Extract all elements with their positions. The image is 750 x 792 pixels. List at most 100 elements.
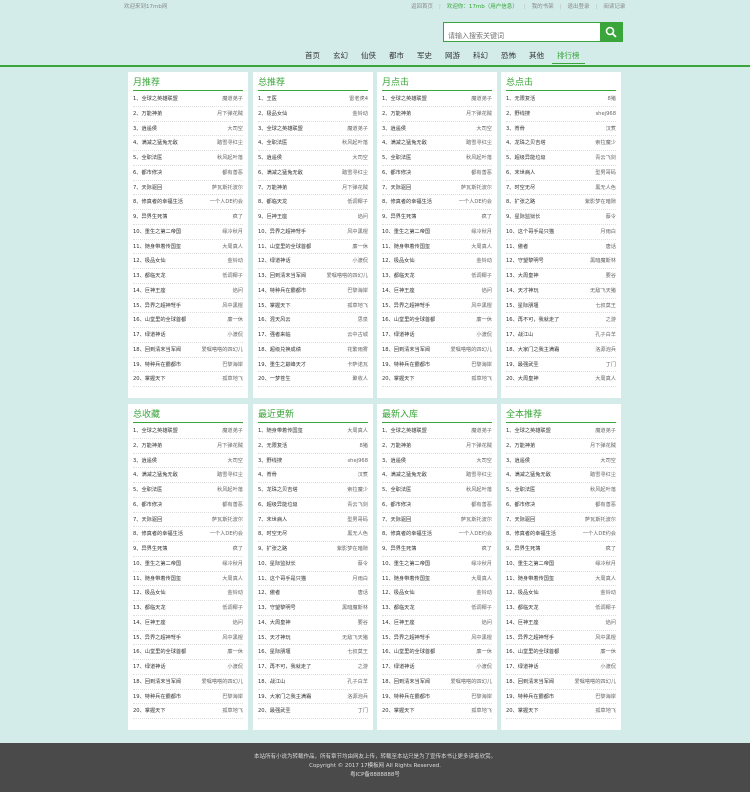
book-title-link[interactable]: 12、极品女仙 [506, 586, 539, 600]
nav-item[interactable]: 科幻 [468, 48, 493, 63]
book-title-link[interactable]: 3、逍遥侯 [506, 454, 530, 468]
book-title-link[interactable]: 20、掌握天下 [506, 704, 539, 718]
book-title-link[interactable]: 14、巨神王座 [133, 616, 166, 630]
book-title-link[interactable]: 15、天才神玩 [258, 631, 291, 645]
book-title-link[interactable]: 6、都市修决 [133, 166, 162, 180]
book-title-link[interactable]: 14、大周皇神 [258, 616, 291, 630]
book-title-link[interactable]: 20、掌握天下 [382, 704, 415, 718]
book-title-link[interactable]: 13、都临天龙 [382, 269, 415, 283]
logout-link[interactable]: 退出登录 [564, 4, 592, 10]
book-title-link[interactable]: 10、重生之第二帝国 [382, 557, 430, 571]
book-title-link[interactable]: 14、天才神玩 [506, 284, 539, 298]
book-title-link[interactable]: 4、满减之猛兔无敌 [382, 468, 427, 482]
book-title-link[interactable]: 9、星际监狱长 [506, 210, 540, 224]
book-title-link[interactable]: 3、脊骨 [506, 122, 525, 136]
book-title-link[interactable]: 6、超级异能垃圾 [258, 498, 298, 512]
book-title-link[interactable]: 17、绿道神话 [133, 328, 166, 342]
book-title-link[interactable]: 10、异界之超神弩手 [258, 225, 306, 239]
book-title-link[interactable]: 3、全球之英雄联盟 [258, 122, 303, 136]
book-title-link[interactable]: 3、逍遥侯 [133, 454, 157, 468]
book-title-link[interactable]: 5、全职法医 [382, 483, 411, 497]
nav-item[interactable]: 排行榜 [552, 48, 585, 64]
book-title-link[interactable]: 7、时空无尽 [506, 181, 535, 195]
book-title-link[interactable]: 6、都市修决 [382, 166, 411, 180]
book-title-link[interactable]: 15、掌握天下 [258, 299, 291, 313]
book-title-link[interactable]: 10、重生之第二帝国 [133, 225, 181, 239]
book-title-link[interactable]: 11、这个哥手是只猫 [258, 572, 306, 586]
book-title-link[interactable]: 5、全职法医 [506, 483, 535, 497]
book-title-link[interactable]: 19、最强武圣 [506, 358, 539, 372]
book-title-link[interactable]: 15、星际朋堰 [506, 299, 539, 313]
book-title-link[interactable]: 8、都临天龙 [258, 195, 287, 209]
nav-item[interactable]: 恐怖 [496, 48, 521, 63]
book-title-link[interactable]: 10、重生之第二帝国 [382, 225, 430, 239]
book-title-link[interactable]: 3、逍遥侯 [382, 122, 406, 136]
search-button[interactable] [600, 23, 622, 41]
search-input[interactable] [444, 27, 594, 45]
nav-item[interactable]: 都市 [384, 48, 409, 63]
nav-item[interactable]: 其他 [524, 48, 549, 63]
history-link[interactable]: 阅读记录 [600, 4, 628, 10]
book-title-link[interactable]: 20、最强武圣 [258, 704, 291, 718]
book-title-link[interactable]: 10、这个哥手是只猫 [506, 225, 554, 239]
book-title-link[interactable]: 1、全球之英雄联盟 [382, 424, 427, 438]
book-title-link[interactable]: 12、绿道神话 [258, 254, 291, 268]
book-title-link[interactable]: 8、修真者的幸福生活 [506, 527, 556, 541]
book-title-link[interactable]: 5、龙珠之贝吉塔 [258, 483, 298, 497]
book-title-link[interactable]: 6、满减之猛兔无敌 [258, 166, 303, 180]
book-title-link[interactable]: 2、万能神弟 [133, 439, 162, 453]
book-title-link[interactable]: 11、山堂里的全球首都 [258, 240, 311, 254]
home-link[interactable]: 返回首页 [408, 4, 436, 10]
book-title-link[interactable]: 16、再不可，我就走了 [506, 313, 559, 327]
book-title-link[interactable]: 9、巨神王座 [258, 210, 287, 224]
book-title-link[interactable]: 14、巨神王座 [382, 284, 415, 298]
book-title-link[interactable]: 18、战江山 [258, 675, 285, 689]
book-title-link[interactable]: 13、回到清末当军阀 [258, 269, 306, 283]
book-title-link[interactable]: 1、全球之英雄联盟 [506, 424, 551, 438]
book-title-link[interactable]: 8、时空无尽 [258, 527, 287, 541]
book-title-link[interactable]: 17、强者来临 [258, 328, 291, 342]
book-title-link[interactable]: 1、全球之英雄联盟 [133, 424, 178, 438]
book-title-link[interactable]: 16、山堂里的全球首都 [382, 645, 435, 659]
book-title-link[interactable]: 9、异界生死簿 [382, 542, 416, 556]
bookshelf-link[interactable]: 我的书架 [529, 4, 557, 10]
book-title-link[interactable]: 6、都市修决 [133, 498, 162, 512]
book-title-link[interactable]: 4、满减之猛兔无敌 [133, 136, 178, 150]
book-title-link[interactable]: 15、异界之超神弩手 [382, 299, 430, 313]
book-title-link[interactable]: 5、全职法医 [133, 483, 162, 497]
book-title-link[interactable]: 15、异界之超神弩手 [133, 631, 181, 645]
book-title-link[interactable]: 13、都临天龙 [133, 269, 166, 283]
book-title-link[interactable]: 20、掌握天下 [382, 372, 415, 386]
book-title-link[interactable]: 13、都临天龙 [382, 601, 415, 615]
book-title-link[interactable]: 18、回到清末当军阀 [382, 675, 430, 689]
book-title-link[interactable]: 4、满减之猛兔无敌 [133, 468, 178, 482]
book-title-link[interactable]: 9、扩张之路 [258, 542, 287, 556]
book-title-link[interactable]: 8、修真者的幸福生活 [133, 527, 183, 541]
book-title-link[interactable]: 1、王医 [258, 92, 277, 106]
book-title-link[interactable]: 5、全职法医 [133, 151, 162, 165]
book-title-link[interactable]: 19、特种兵在霸都市 [133, 690, 181, 704]
book-title-link[interactable]: 4、龙珠之贝吉塔 [506, 136, 546, 150]
book-title-link[interactable]: 18、回到清末当军阀 [133, 675, 181, 689]
book-title-link[interactable]: 13、大周皇神 [506, 269, 539, 283]
book-title-link[interactable]: 15、异界之超神弩手 [133, 299, 181, 313]
book-title-link[interactable]: 12、守望黎明号 [506, 254, 544, 268]
book-title-link[interactable]: 5、逍遥侯 [258, 151, 282, 165]
book-title-link[interactable]: 10、重生之第二帝国 [133, 557, 181, 571]
nav-item[interactable]: 网游 [440, 48, 465, 63]
book-title-link[interactable]: 20、掌握天下 [133, 704, 166, 718]
book-title-link[interactable]: 2、万能神弟 [382, 107, 411, 121]
book-title-link[interactable]: 14、巨神王座 [133, 284, 166, 298]
book-title-link[interactable]: 20、掌握天下 [133, 372, 166, 386]
book-title-link[interactable]: 18、回到清末当军阀 [506, 675, 554, 689]
book-title-link[interactable]: 9、异界生死簿 [133, 210, 167, 224]
book-title-link[interactable]: 16、星际朋堰 [258, 645, 291, 659]
nav-item[interactable]: 玄幻 [328, 48, 353, 63]
book-title-link[interactable]: 8、扩张之路 [506, 195, 535, 209]
book-title-link[interactable]: 16、山堂里的全球首都 [382, 313, 435, 327]
nav-item[interactable]: 仙侠 [356, 48, 381, 63]
book-title-link[interactable]: 13、都临天龙 [133, 601, 166, 615]
book-title-link[interactable]: 7、末世病人 [258, 513, 287, 527]
book-title-link[interactable]: 18、大家门之我主满霜 [506, 343, 559, 357]
book-title-link[interactable]: 2、野线搜 [506, 107, 530, 121]
